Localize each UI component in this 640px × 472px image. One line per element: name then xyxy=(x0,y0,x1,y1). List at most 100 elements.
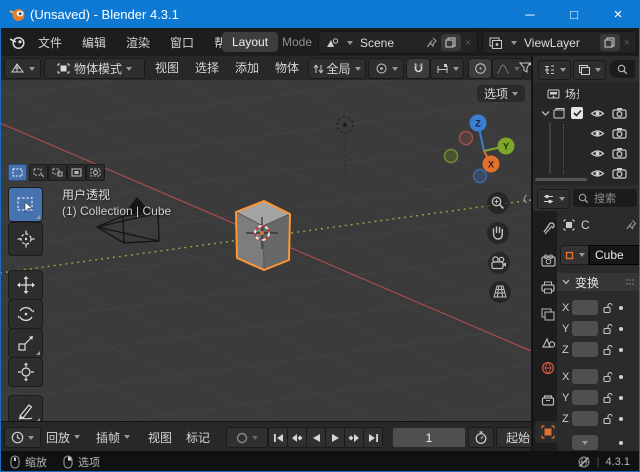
outliner[interactable]: 场景集合 xyxy=(533,82,640,185)
preview-range-button[interactable] xyxy=(468,427,494,448)
minimize-button[interactable]: ─ xyxy=(508,0,552,28)
tool-rotate[interactable] xyxy=(8,299,43,329)
animate-dot[interactable] xyxy=(619,441,623,445)
properties-search-field[interactable]: 搜索 xyxy=(573,189,637,207)
timeline-editor-type-button[interactable] xyxy=(4,427,41,448)
menu-window[interactable]: 窗口 xyxy=(160,28,204,56)
location-y-field[interactable] xyxy=(572,321,598,336)
gizmo-minus-y[interactable] xyxy=(445,150,458,163)
object-name-field[interactable]: Cube xyxy=(589,245,640,265)
properties-panel[interactable]: C Cube 变换 X Y Z X Y xyxy=(557,211,640,451)
lock-open-icon[interactable] xyxy=(602,371,614,383)
lock-open-icon[interactable] xyxy=(602,302,614,314)
select-mode-invert[interactable] xyxy=(67,164,86,181)
outliner-editor-type-button[interactable] xyxy=(538,60,571,80)
menu-object[interactable]: 物体 xyxy=(270,56,304,79)
workspace-tab-modeling[interactable]: Mode xyxy=(276,35,318,49)
pan-hand-button[interactable] xyxy=(487,222,509,244)
prev-keyframe-button[interactable] xyxy=(287,427,307,448)
rotation-mode-dropdown[interactable] xyxy=(572,435,598,450)
zoom-button[interactable] xyxy=(487,192,509,214)
animate-dot[interactable] xyxy=(619,375,623,379)
transform-panel-header[interactable]: 变换 xyxy=(557,273,640,291)
rotation-z-field[interactable] xyxy=(572,411,598,426)
new-scene-button[interactable] xyxy=(441,34,461,51)
menu-keying[interactable]: 插帧 xyxy=(96,422,130,452)
camera-view-button[interactable] xyxy=(488,252,510,274)
pin-icon[interactable] xyxy=(626,219,637,231)
menu-add[interactable]: 添加 xyxy=(230,56,264,79)
maximize-button[interactable]: □ xyxy=(552,0,596,28)
expand-chevron-icon[interactable] xyxy=(541,110,550,117)
pivot-point-dropdown[interactable] xyxy=(368,58,404,79)
select-mode-set[interactable] xyxy=(8,164,27,181)
outliner-row-object[interactable] xyxy=(590,124,628,142)
new-viewlayer-button[interactable] xyxy=(600,34,620,51)
navigation-gizmo[interactable]: Z Y X xyxy=(445,115,515,183)
tool-scale[interactable] xyxy=(8,328,43,358)
outliner-display-mode-button[interactable] xyxy=(573,60,606,80)
pin-icon[interactable] xyxy=(426,36,438,49)
gizmo-minus-z[interactable] xyxy=(474,170,487,183)
rotation-y-field[interactable] xyxy=(572,390,598,405)
drag-dots-icon[interactable] xyxy=(625,278,635,286)
render-camera-icon[interactable] xyxy=(612,127,628,139)
object-mode-dropdown[interactable]: 物体模式 xyxy=(44,58,145,79)
menu-select[interactable]: 选择 xyxy=(190,56,224,79)
snap-with-dropdown[interactable] xyxy=(430,58,464,79)
animate-dot[interactable] xyxy=(619,348,623,352)
jump-to-start-button[interactable] xyxy=(268,427,288,448)
hide-eye-icon[interactable] xyxy=(590,168,605,179)
jump-to-end-button[interactable] xyxy=(363,427,383,448)
menu-view[interactable]: 视图 xyxy=(150,56,184,79)
auto-keyframe-button[interactable] xyxy=(226,427,268,448)
lock-open-icon[interactable] xyxy=(602,413,614,425)
outliner-hscrollbar[interactable] xyxy=(535,178,587,181)
lock-open-icon[interactable] xyxy=(602,392,614,404)
tab-world[interactable] xyxy=(537,357,559,379)
animate-dot[interactable] xyxy=(619,327,623,331)
cube-object[interactable] xyxy=(236,201,290,270)
menu-playback[interactable]: 回放 xyxy=(46,422,80,452)
outliner-search-button[interactable] xyxy=(609,60,635,78)
menu-view[interactable]: 视图 xyxy=(148,422,172,452)
light-object[interactable] xyxy=(337,117,353,177)
location-z-field[interactable] xyxy=(572,342,598,357)
transform-orientation-dropdown[interactable]: 全局 xyxy=(308,58,366,79)
outliner-row-object[interactable] xyxy=(590,144,628,162)
tool-cursor[interactable] xyxy=(8,222,43,256)
close-button[interactable]: × xyxy=(596,0,640,28)
tool-select-box[interactable] xyxy=(8,187,43,222)
tab-scene[interactable] xyxy=(537,331,559,353)
current-frame-field[interactable]: 1 xyxy=(392,427,466,448)
tool-annotate[interactable] xyxy=(8,395,43,421)
editor-type-button[interactable] xyxy=(4,58,41,79)
render-camera-icon[interactable] xyxy=(612,167,628,179)
gizmo-minus-x[interactable] xyxy=(460,132,473,145)
location-x-field[interactable] xyxy=(572,300,598,315)
render-camera-icon[interactable] xyxy=(612,147,628,159)
outliner-scrollbar[interactable] xyxy=(549,122,551,174)
tab-collection[interactable] xyxy=(537,389,559,411)
rotation-x-field[interactable] xyxy=(572,369,598,384)
workspace-tab-layout[interactable]: Layout xyxy=(222,32,278,52)
viewport-3d[interactable]: Z Y X xyxy=(0,80,531,421)
snap-toggle-button[interactable] xyxy=(406,58,430,79)
tab-output[interactable] xyxy=(537,276,559,298)
select-mode-intersect[interactable] xyxy=(86,164,105,181)
play-reverse-button[interactable] xyxy=(306,427,326,448)
hide-eye-icon[interactable] xyxy=(590,108,605,119)
frame-start-field[interactable]: 起始 xyxy=(496,427,531,448)
tab-render[interactable] xyxy=(537,249,559,271)
outliner-row-collection[interactable] xyxy=(541,104,640,122)
blender-menu-icon[interactable] xyxy=(8,34,26,50)
outliner-row-object[interactable] xyxy=(590,164,628,182)
menu-marker[interactable]: 标记 xyxy=(186,422,210,452)
lock-open-icon[interactable] xyxy=(602,323,614,335)
hide-eye-icon[interactable] xyxy=(590,128,605,139)
menu-edit[interactable]: 编辑 xyxy=(72,28,116,56)
sidebar-collapse-icon[interactable]: ‹ xyxy=(523,186,527,210)
hide-eye-icon[interactable] xyxy=(590,148,605,159)
menu-render[interactable]: 渲染 xyxy=(116,28,160,56)
play-button[interactable] xyxy=(325,427,345,448)
